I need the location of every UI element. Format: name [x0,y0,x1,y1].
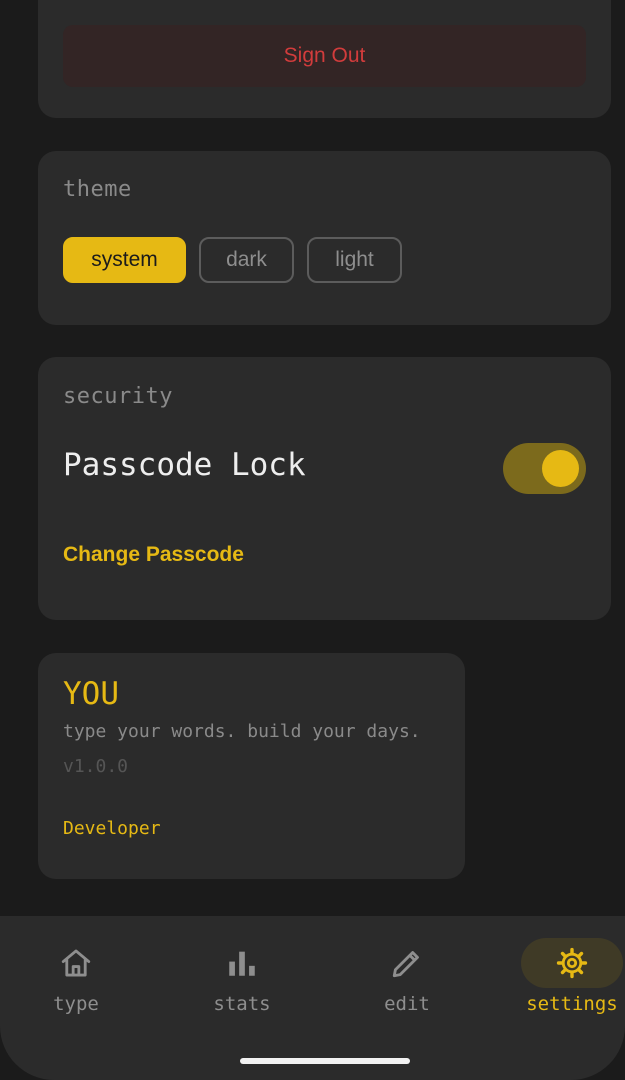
theme-card: theme system dark light [38,151,611,325]
developer-link[interactable]: Developer [63,818,161,839]
app-version: v1.0.0 [63,756,129,777]
home-indicator[interactable] [240,1058,410,1064]
passcode-lock-toggle[interactable] [503,443,586,494]
nav-item-edit[interactable]: edit [347,936,467,1026]
bar-chart-icon [229,951,255,976]
app-tagline: type your words. build your days. [63,721,421,742]
account-card: Sign Out [38,0,611,118]
gear-icon [556,947,588,979]
toggle-knob [542,450,579,487]
passcode-lock-label: Passcode Lock [63,447,306,483]
change-passcode-link[interactable]: Change Passcode [63,543,244,567]
sign-out-button[interactable]: Sign Out [63,25,586,87]
app-name: YOU [63,676,119,712]
home-icon [61,949,91,977]
theme-options: system dark light [63,237,402,283]
pencil-icon [392,951,419,978]
theme-option-dark[interactable]: dark [199,237,294,283]
nav-label-edit: edit [384,993,430,1015]
security-card: security Passcode Lock Change Passcode [38,357,611,620]
security-section-title: security [63,384,173,409]
theme-option-system[interactable]: system [63,237,186,283]
theme-section-title: theme [63,177,132,202]
nav-label-stats: stats [213,993,271,1015]
nav-label-settings: settings [526,993,618,1015]
nav-item-stats[interactable]: stats [182,936,302,1026]
bottom-navigation: type stats edit settings [0,916,625,1080]
nav-item-settings[interactable]: settings [512,936,625,1026]
nav-item-type[interactable]: type [16,936,136,1026]
theme-option-light[interactable]: light [307,237,402,283]
nav-label-type: type [53,993,99,1015]
about-card: YOU type your words. build your days. v1… [38,653,465,879]
settings-screen: Sign Out theme system dark light securit… [0,0,625,1080]
